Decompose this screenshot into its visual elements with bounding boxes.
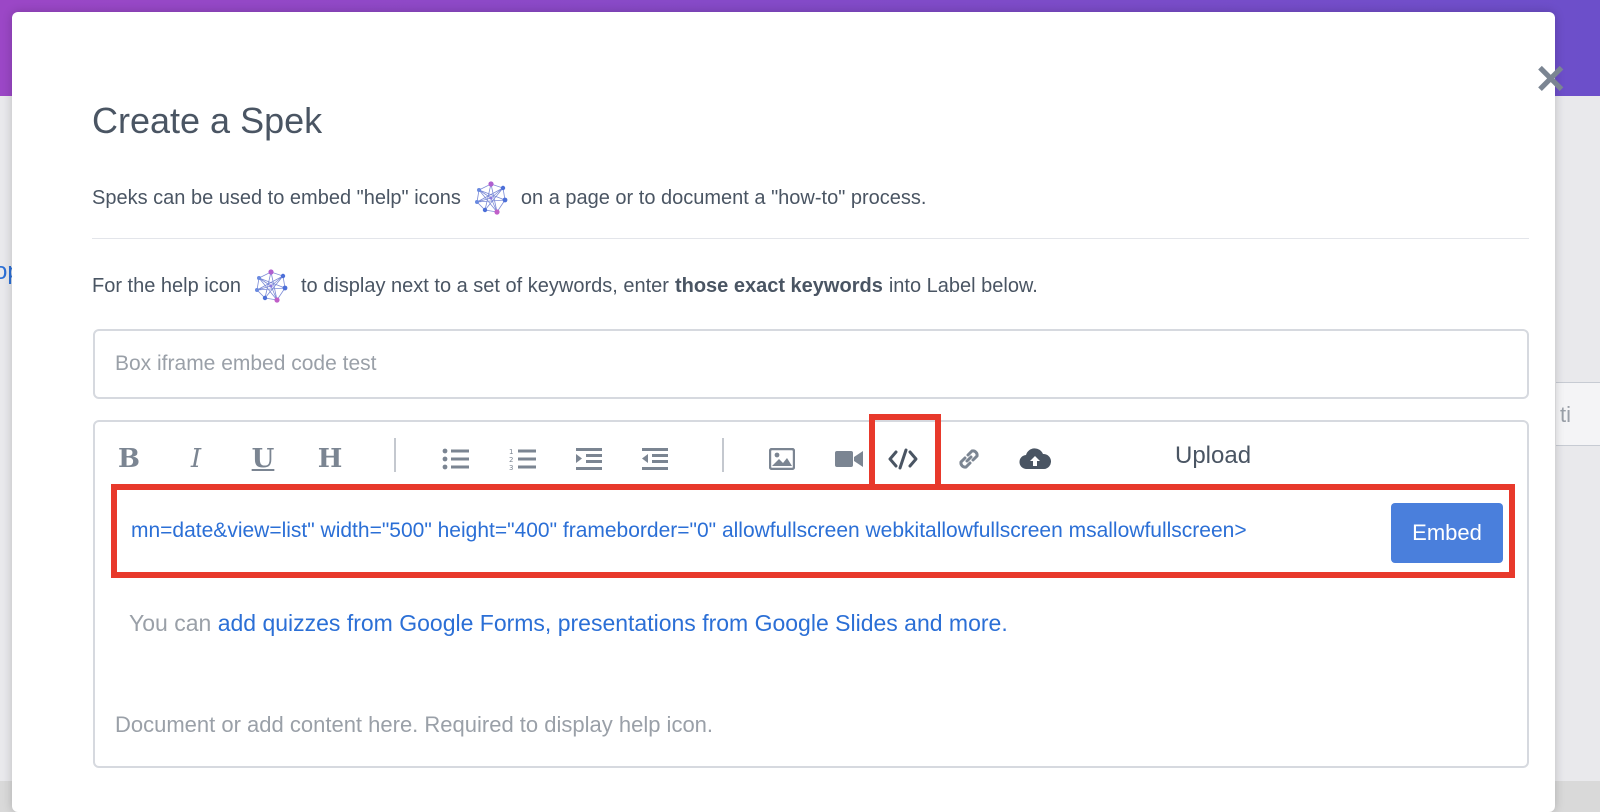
image-button[interactable]: [762, 439, 802, 479]
close-icon[interactable]: ✕: [1534, 60, 1568, 100]
italic-button[interactable]: I: [176, 439, 216, 479]
instruction-text-after: into Label below.: [888, 274, 1038, 297]
background-input-fragment: ti: [1556, 382, 1600, 446]
numbered-list-button[interactable]: 1 2 3: [503, 439, 543, 479]
indent-button[interactable]: [569, 439, 609, 479]
cloud-upload-icon: [1019, 448, 1051, 470]
content-placeholder[interactable]: Document or add content here. Required t…: [115, 712, 713, 738]
embed-hint-prefix: You can: [129, 610, 212, 636]
label-input[interactable]: [93, 329, 1529, 399]
embed-hint: You can add quizzes from Google Forms, p…: [129, 610, 1008, 637]
network-help-icon: [474, 181, 508, 215]
intro-text: Speks can be used to embed "help" icons …: [92, 178, 926, 218]
svg-text:1: 1: [509, 448, 513, 456]
create-spek-modal: ✕ Create a Spek Speks can be used to emb…: [12, 12, 1568, 812]
underline-button[interactable]: U: [243, 439, 283, 479]
upload-label[interactable]: Upload: [1175, 442, 1251, 470]
outdent-icon: [642, 448, 668, 470]
instruction-text-before: For the help icon: [92, 274, 241, 297]
bullet-list-button[interactable]: [436, 439, 476, 479]
section-divider: [92, 238, 1529, 239]
modal-title: Create a Spek: [92, 100, 323, 141]
image-icon: [769, 448, 795, 470]
toolbar-separator: [722, 438, 724, 472]
outdent-button[interactable]: [635, 439, 675, 479]
toolbar-separator: [394, 438, 396, 472]
instruction-text-bold: those exact keywords: [674, 274, 883, 297]
bullet-list-icon: [442, 448, 469, 470]
instruction-text: For the help icon to display next to a s…: [92, 266, 1038, 306]
content-editor: B I U H 1 2 3 Upload mn=date&view=list" …: [93, 414, 1529, 768]
heading-icon: H: [317, 444, 343, 474]
link-button[interactable]: [949, 439, 989, 479]
video-button[interactable]: [829, 439, 869, 479]
italic-icon: I: [190, 444, 202, 474]
upload-button[interactable]: [1015, 439, 1055, 479]
link-icon: [959, 449, 979, 469]
embed-button[interactable]: Embed: [1391, 503, 1503, 563]
numbered-list-icon: 1 2 3: [509, 448, 536, 471]
network-help-icon: [254, 269, 288, 303]
instruction-text-middle: to display next to a set of keywords, en…: [300, 274, 669, 297]
indent-icon: [576, 448, 602, 470]
embed-code-highlight: [869, 414, 941, 492]
intro-text-after: on a page or to document a "how-to" proc…: [520, 186, 927, 209]
bold-icon: B: [118, 444, 140, 474]
underline-icon: U: [251, 444, 275, 474]
bold-button[interactable]: B: [109, 439, 149, 479]
svg-text:2: 2: [509, 456, 513, 464]
heading-button[interactable]: H: [310, 439, 350, 479]
embed-help-link[interactable]: add quizzes from Google Forms, presentat…: [218, 610, 1008, 636]
intro-text-before: Speks can be used to embed "help" icons: [92, 186, 461, 209]
embed-code-row-highlight: Embed: [111, 484, 1515, 578]
embed-code-input[interactable]: [131, 490, 1361, 572]
svg-text:3: 3: [509, 464, 513, 471]
video-camera-icon: [835, 451, 863, 467]
